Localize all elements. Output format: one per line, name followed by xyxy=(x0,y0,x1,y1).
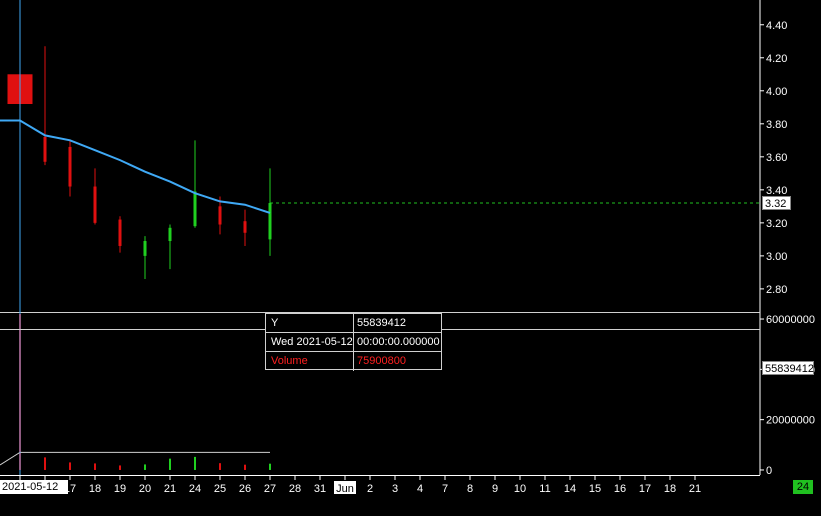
candle-body xyxy=(118,219,122,246)
time-tick-label: 28 xyxy=(289,483,301,495)
price-tick-label: 4.00 xyxy=(766,86,787,98)
price-tick-label: 4.40 xyxy=(766,20,787,32)
time-tick-label: 26 xyxy=(239,483,251,495)
tooltip-row-date: Wed 2021-05-12 00:00:00.000000 xyxy=(266,333,441,352)
tooltip-row-y: Y 55839412 xyxy=(266,314,441,333)
time-tick-label: 9 xyxy=(492,483,498,495)
time-tick-label: 21 xyxy=(689,483,701,495)
time-tick-label: 17 xyxy=(639,483,651,495)
last-price-pill: 3.32 xyxy=(762,196,791,210)
candle-body xyxy=(93,186,97,223)
corner-badge[interactable]: 24 xyxy=(793,480,813,494)
tooltip-y-value: 55839412 xyxy=(357,317,406,329)
time-tick-label: 19 xyxy=(114,483,126,495)
volume-bar xyxy=(94,463,96,470)
candle-body xyxy=(268,203,272,240)
moving-average-line xyxy=(0,119,271,214)
price-tick-label: 3.60 xyxy=(766,152,787,164)
volume-bar xyxy=(219,463,221,470)
time-tick-label: 20 xyxy=(139,483,151,495)
tooltip-date-label: Wed 2021-05-12 xyxy=(271,336,353,348)
month-label-jun: Jun xyxy=(336,483,354,495)
price-tick-label: 3.80 xyxy=(766,119,787,131)
candle-body xyxy=(68,146,72,187)
chart-root[interactable]: 2.80 3.00 3.20 3.40 3.60 3.80 4.00 4.20 4.40 0 200… xyxy=(0,0,821,516)
time-tick-label: 24 xyxy=(189,483,201,495)
time-tick-label: 14 xyxy=(564,483,576,495)
candle-body xyxy=(218,206,222,225)
time-tick-label: 18 xyxy=(89,483,101,495)
time-tick-label: 25 xyxy=(214,483,226,495)
time-tick-label: 21 xyxy=(164,483,176,495)
time-tick-label: 27 xyxy=(264,483,276,495)
volume-bar xyxy=(194,456,196,470)
crosshair-tooltip: Y 55839412 Wed 2021-05-12 00:00:00.00000… xyxy=(265,313,442,371)
chart-canvas[interactable]: 2.803.003.203.403.603.804.004.204.400200… xyxy=(0,0,821,516)
price-tick-label: 3.00 xyxy=(766,251,787,263)
tooltip-time-value: 00:00:00.000000 xyxy=(357,336,440,348)
volume-bar xyxy=(144,464,146,470)
tooltip-row-volume: Volume 75900800 xyxy=(266,352,441,371)
tooltip-y-label: Y xyxy=(271,317,279,329)
volume-tick-label: 20000000 xyxy=(766,415,815,427)
candle-body xyxy=(143,241,147,256)
time-tick-label: 15 xyxy=(589,483,601,495)
time-tick-label: 3 xyxy=(392,483,398,495)
time-tick-label: 18 xyxy=(664,483,676,495)
time-tick-label: 31 xyxy=(314,483,326,495)
time-tick-label: 7 xyxy=(442,483,448,495)
volume-bar xyxy=(44,457,46,470)
cursor-date-pill: 2021-05-12 xyxy=(0,480,68,494)
tooltip-series-value: 75900800 xyxy=(357,355,406,367)
volume-bar xyxy=(119,465,121,470)
volume-bar xyxy=(244,464,246,470)
price-tick-label: 2.80 xyxy=(766,284,787,296)
time-tick-label: 8 xyxy=(467,483,473,495)
volume-tick-label: 60000000 xyxy=(766,314,815,326)
time-tick-label: 2 xyxy=(367,483,373,495)
volume-average-line xyxy=(0,451,270,466)
crosshair-volume-pill: 55839412 xyxy=(762,361,814,375)
price-tick-label: 3.20 xyxy=(766,218,787,230)
candle-body xyxy=(43,137,47,162)
volume-tick-label: 0 xyxy=(766,465,772,477)
candle-body xyxy=(168,227,172,242)
candle-body xyxy=(243,221,247,233)
time-tick-label: 16 xyxy=(614,483,626,495)
time-tick-label: 10 xyxy=(514,483,526,495)
time-tick-label: 4 xyxy=(417,483,423,495)
time-tick-label: 11 xyxy=(539,483,550,495)
volume-bar xyxy=(169,458,171,470)
price-tick-label: 4.20 xyxy=(766,53,787,65)
candle-body xyxy=(193,191,197,227)
volume-bar xyxy=(269,463,271,470)
volume-bar xyxy=(69,462,71,470)
tooltip-series-label: Volume xyxy=(271,355,308,367)
